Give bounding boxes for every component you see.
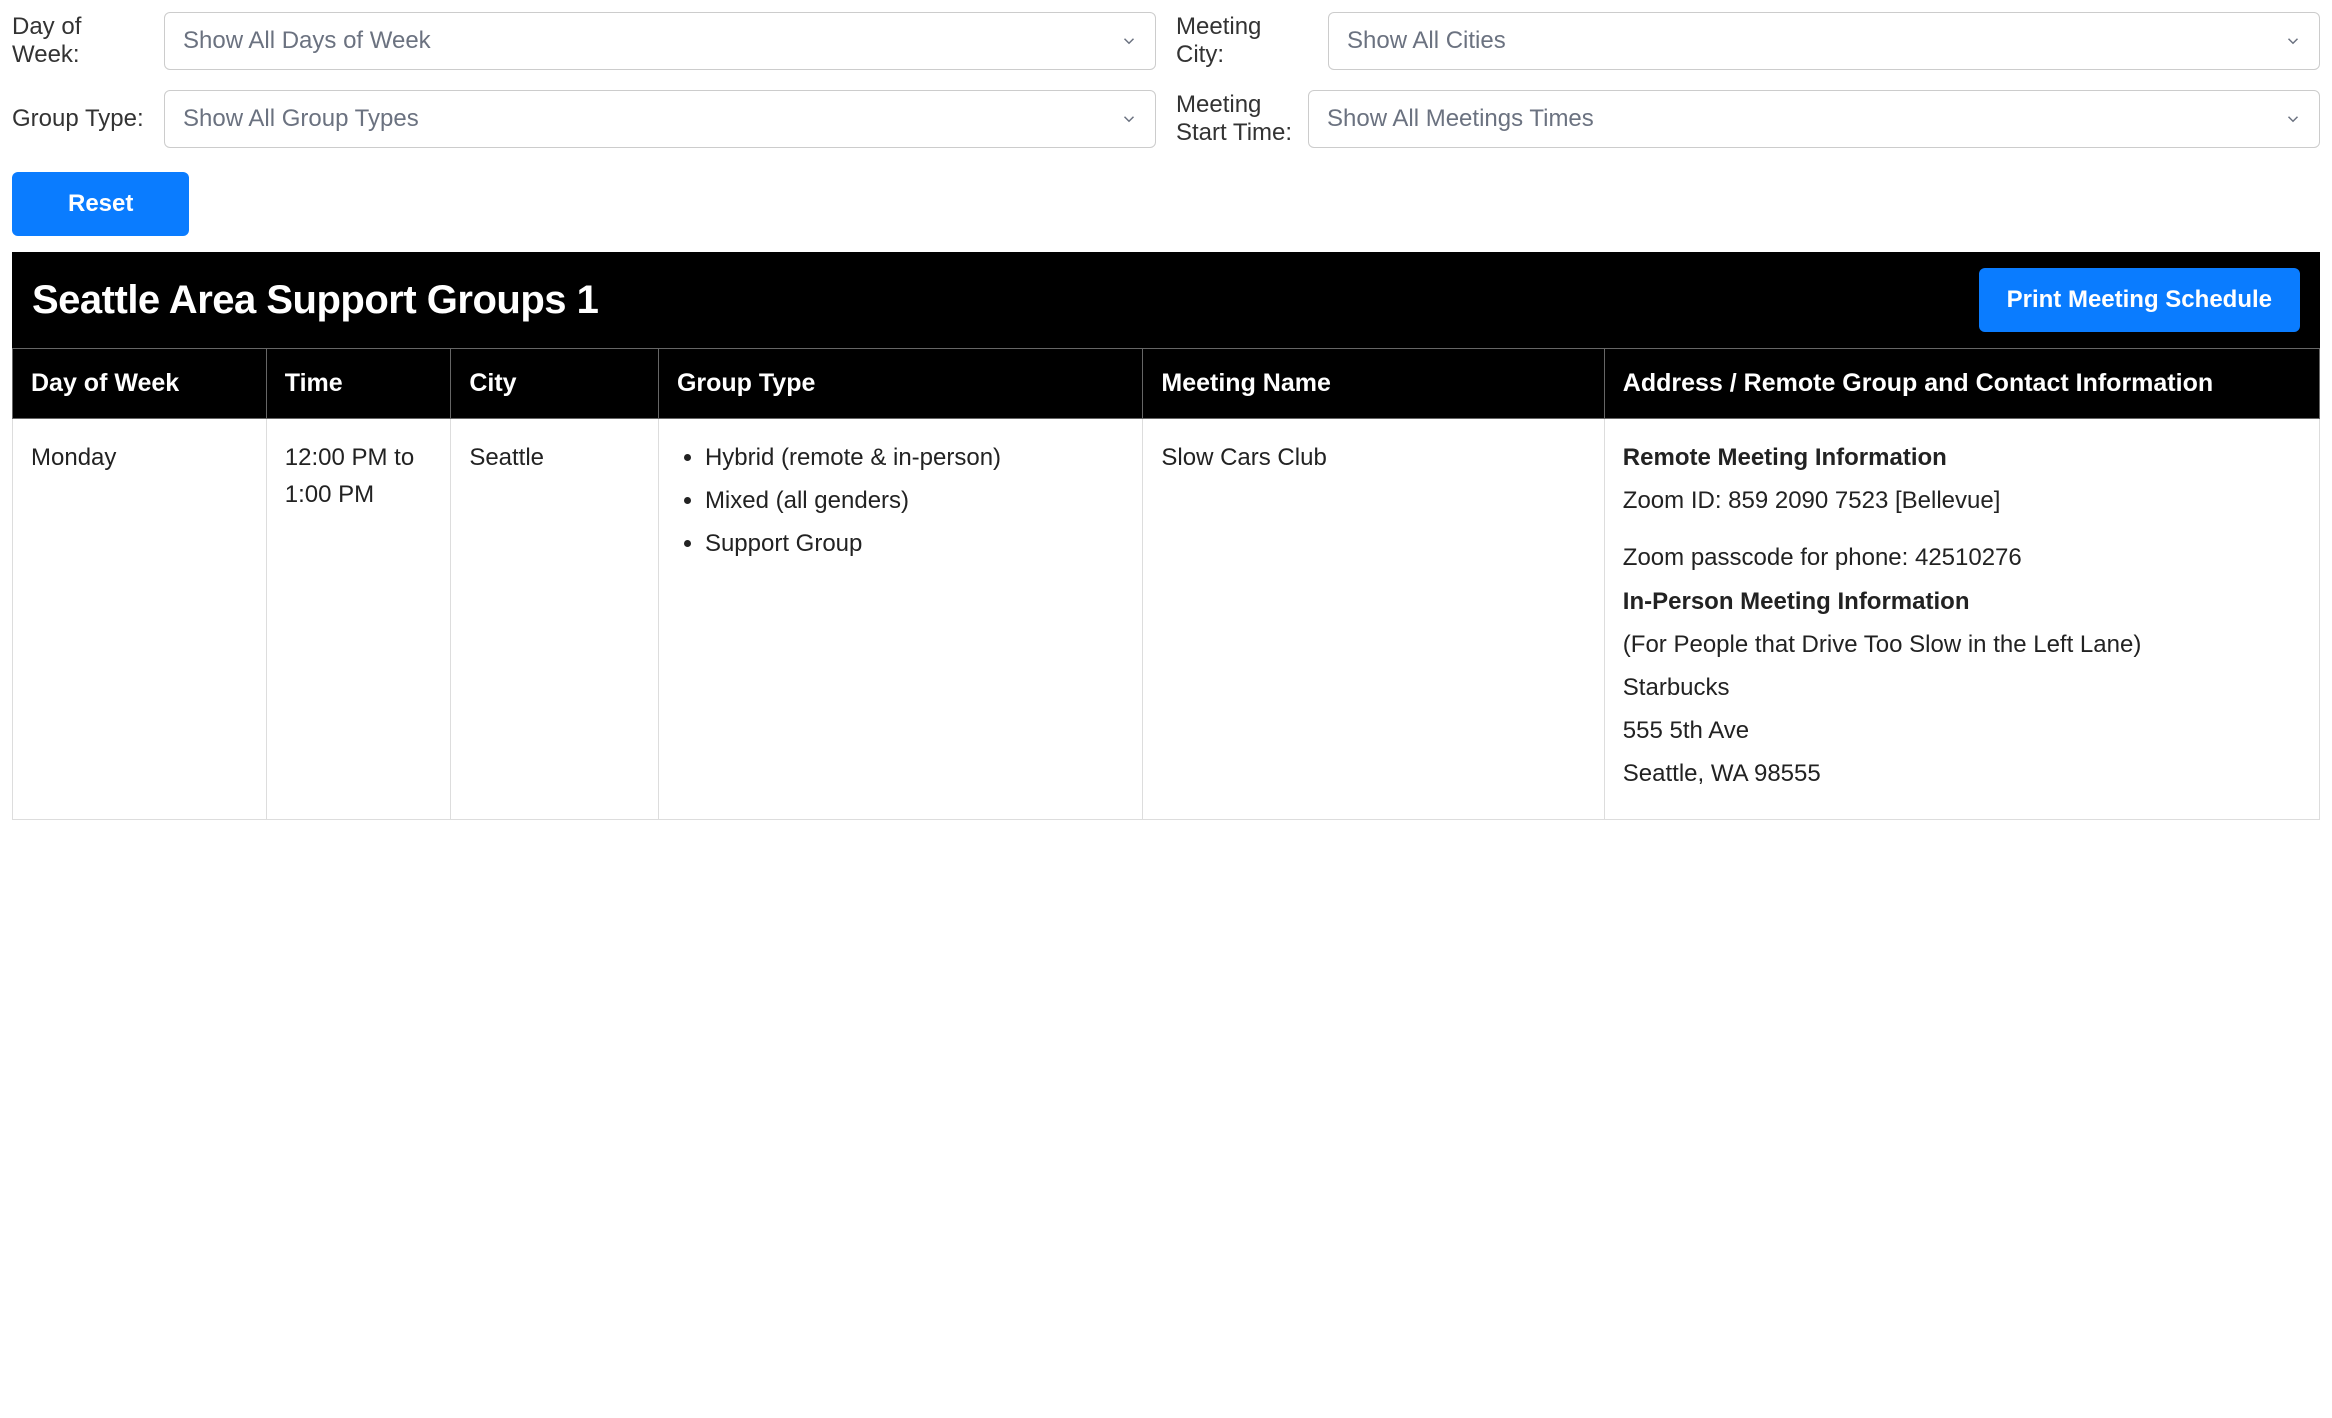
group-type-label: Group Type:: [12, 105, 152, 133]
filter-col-right: Meeting City: Show All Cities Meeting St…: [1176, 12, 2320, 148]
cell-address: Remote Meeting Information Zoom ID: 859 …: [1604, 419, 2319, 820]
th-group-type: Group Type: [658, 349, 1142, 419]
th-day: Day of Week: [13, 349, 267, 419]
filter-col-left: Day of Week: Show All Days of Week Group…: [12, 12, 1156, 148]
meetings-table: Day of Week Time City Group Type Meeting…: [12, 348, 2320, 820]
panel-title: Seattle Area Support Groups 1: [32, 278, 598, 323]
filters-section: Day of Week: Show All Days of Week Group…: [12, 12, 2320, 148]
panel-header: Seattle Area Support Groups 1 Print Meet…: [12, 252, 2320, 348]
group-type-select[interactable]: Show All Group Types: [164, 90, 1156, 148]
table-header-row: Day of Week Time City Group Type Meeting…: [13, 349, 2320, 419]
filter-row-meeting-time: Meeting Start Time: Show All Meetings Ti…: [1176, 90, 2320, 148]
cell-time: 12:00 PM to 1:00 PM: [266, 419, 451, 820]
chevron-down-icon: [1120, 110, 1138, 128]
group-type-value: Show All Group Types: [183, 105, 419, 133]
results-panel: Seattle Area Support Groups 1 Print Meet…: [12, 252, 2320, 820]
day-of-week-value: Show All Days of Week: [183, 27, 431, 55]
filter-row-meeting-city: Meeting City: Show All Cities: [1176, 12, 2320, 70]
reset-button[interactable]: Reset: [12, 172, 189, 236]
remote-passcode: Zoom passcode for phone: 42510276: [1623, 539, 2301, 576]
table-row: Monday 12:00 PM to 1:00 PM Seattle Hybri…: [13, 419, 2320, 820]
th-city: City: [451, 349, 659, 419]
inperson-citystate: Seattle, WA 98555: [1623, 755, 2301, 792]
meeting-time-select[interactable]: Show All Meetings Times: [1308, 90, 2320, 148]
remote-zoom-id: Zoom ID: 859 2090 7523 [Bellevue]: [1623, 482, 2301, 519]
group-type-list: Hybrid (remote & in-person) Mixed (all g…: [677, 439, 1124, 563]
chevron-down-icon: [2284, 110, 2302, 128]
cell-city: Seattle: [451, 419, 659, 820]
remote-heading: Remote Meeting Information: [1623, 444, 1947, 471]
cell-group-type: Hybrid (remote & in-person) Mixed (all g…: [658, 419, 1142, 820]
th-time: Time: [266, 349, 451, 419]
day-of-week-label: Day of Week:: [12, 13, 152, 69]
meeting-city-label: Meeting City:: [1176, 13, 1316, 69]
list-item: Support Group: [705, 525, 1124, 562]
cell-day: Monday: [13, 419, 267, 820]
th-address: Address / Remote Group and Contact Infor…: [1604, 349, 2319, 419]
address-block: Remote Meeting Information Zoom ID: 859 …: [1623, 439, 2301, 793]
filter-row-day-of-week: Day of Week: Show All Days of Week: [12, 12, 1156, 70]
inperson-note: (For People that Drive Too Slow in the L…: [1623, 626, 2301, 663]
th-meeting-name: Meeting Name: [1143, 349, 1604, 419]
print-schedule-button[interactable]: Print Meeting Schedule: [1979, 268, 2300, 332]
inperson-heading: In-Person Meeting Information: [1623, 588, 1970, 615]
meeting-time-value: Show All Meetings Times: [1327, 105, 1594, 133]
cell-meeting-name: Slow Cars Club: [1143, 419, 1604, 820]
meeting-city-value: Show All Cities: [1347, 27, 1506, 55]
inperson-venue: Starbucks: [1623, 669, 2301, 706]
chevron-down-icon: [2284, 32, 2302, 50]
chevron-down-icon: [1120, 32, 1138, 50]
filter-row-group-type: Group Type: Show All Group Types: [12, 90, 1156, 148]
list-item: Mixed (all genders): [705, 482, 1124, 519]
meeting-time-label: Meeting Start Time:: [1176, 91, 1296, 147]
inperson-street: 555 5th Ave: [1623, 712, 2301, 749]
list-item: Hybrid (remote & in-person): [705, 439, 1124, 476]
day-of-week-select[interactable]: Show All Days of Week: [164, 12, 1156, 70]
meeting-city-select[interactable]: Show All Cities: [1328, 12, 2320, 70]
